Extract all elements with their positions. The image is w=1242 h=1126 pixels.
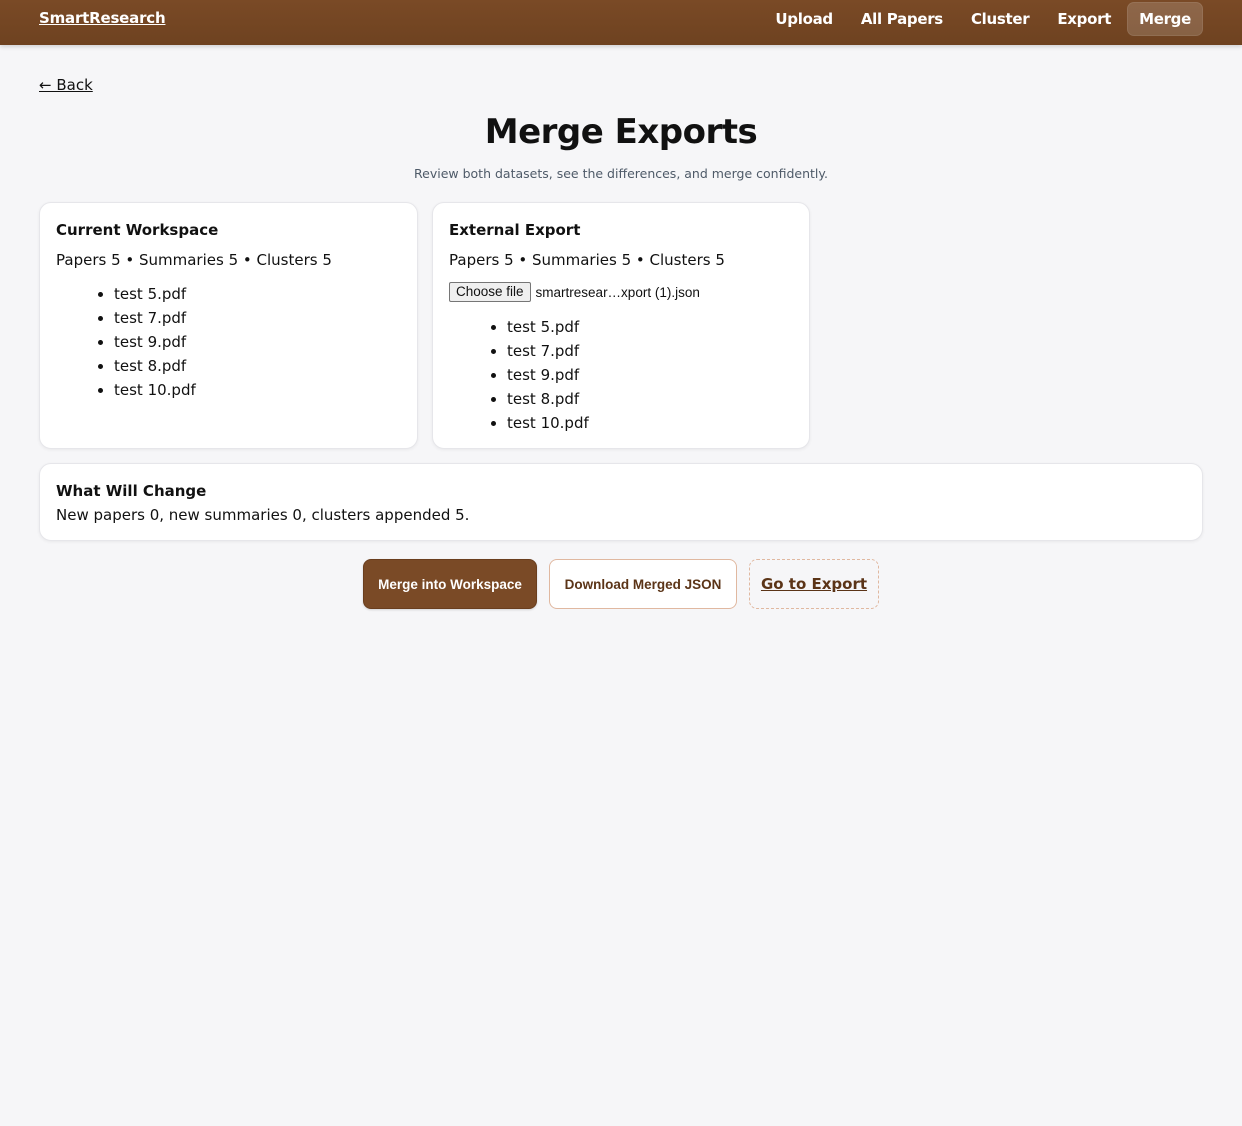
list-item: test 5.pdf [507, 315, 589, 339]
current-workspace-card: Current Workspace Papers 5 • Summaries 5… [39, 202, 418, 449]
list-item: test 9.pdf [114, 330, 196, 354]
page-subtitle: Review both datasets, see the difference… [414, 166, 828, 181]
file-input[interactable]: Choose file smartresear…xport (1).json [449, 282, 700, 302]
back-link[interactable]: ← Back [39, 76, 93, 94]
choose-file-button[interactable]: Choose file [449, 282, 531, 302]
current-file-list: test 5.pdf test 7.pdf test 9.pdf test 8.… [114, 282, 196, 402]
top-navbar: SmartResearch Upload All Papers Cluster … [0, 0, 1242, 45]
list-item: test 7.pdf [114, 306, 196, 330]
brand-link[interactable]: SmartResearch [39, 9, 166, 27]
page-title: Merge Exports [484, 112, 758, 152]
download-merged-json-button[interactable]: Download Merged JSON [549, 559, 737, 609]
nav-upload[interactable]: Upload [763, 2, 844, 36]
nav-export[interactable]: Export [1045, 2, 1123, 36]
nav-links: Upload All Papers Cluster Export Merge [759, 0, 1203, 37]
list-item: test 8.pdf [507, 387, 589, 411]
change-summary: New papers 0, new summaries 0, clusters … [56, 506, 470, 524]
list-item: test 9.pdf [507, 363, 589, 387]
selected-file-name: smartresear…xport (1).json [535, 284, 700, 300]
merge-into-workspace-button[interactable]: Merge into Workspace [363, 559, 537, 609]
list-item: test 5.pdf [114, 282, 196, 306]
what-will-change-title: What Will Change [56, 482, 207, 500]
current-workspace-title: Current Workspace [56, 221, 219, 239]
action-bar: Merge into Workspace Download Merged JSO… [0, 559, 1242, 609]
nav-merge[interactable]: Merge [1127, 1, 1203, 36]
list-item: test 10.pdf [114, 378, 196, 402]
external-export-title: External Export [449, 221, 581, 239]
external-export-card: External Export Papers 5 • Summaries 5 •… [432, 202, 810, 449]
nav-all-papers[interactable]: All Papers [849, 2, 955, 36]
external-export-stats: Papers 5 • Summaries 5 • Clusters 5 [449, 251, 725, 269]
go-to-export-link[interactable]: Go to Export [749, 559, 879, 609]
nav-cluster[interactable]: Cluster [959, 2, 1041, 36]
external-file-list: test 5.pdf test 7.pdf test 9.pdf test 8.… [507, 315, 589, 435]
list-item: test 7.pdf [507, 339, 589, 363]
list-item: test 8.pdf [114, 354, 196, 378]
list-item: test 10.pdf [507, 411, 589, 435]
what-will-change-card: What Will Change New papers 0, new summa… [39, 463, 1203, 541]
current-workspace-stats: Papers 5 • Summaries 5 • Clusters 5 [56, 251, 332, 269]
